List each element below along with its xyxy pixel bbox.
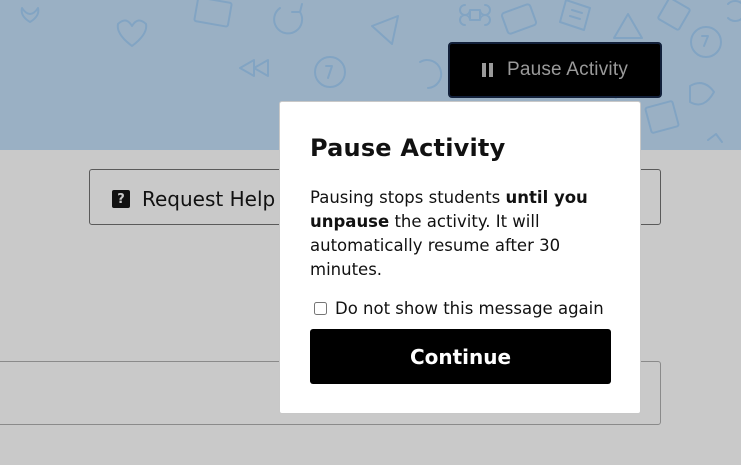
pause-icon (481, 63, 493, 77)
question-mark-icon: ? (112, 190, 130, 208)
dialog-message-part1: Pausing stops students (310, 188, 506, 207)
dialog-title: Pause Activity (310, 134, 506, 162)
pause-activity-button[interactable]: Pause Activity (448, 42, 662, 98)
request-help-content[interactable]: ? Request Help (112, 187, 275, 211)
dont-show-again-row[interactable]: Do not show this message again (314, 299, 604, 318)
request-help-label: Request Help (142, 187, 276, 211)
dont-show-again-label[interactable]: Do not show this message again (335, 299, 604, 318)
dialog-message: Pausing stops students until you unpause… (310, 186, 615, 282)
pause-activity-dialog: Pause Activity Pausing stops students un… (279, 101, 641, 414)
dont-show-again-checkbox[interactable] (314, 302, 327, 315)
continue-button[interactable]: Continue (310, 329, 611, 384)
pause-activity-label: Pause Activity (506, 59, 629, 80)
